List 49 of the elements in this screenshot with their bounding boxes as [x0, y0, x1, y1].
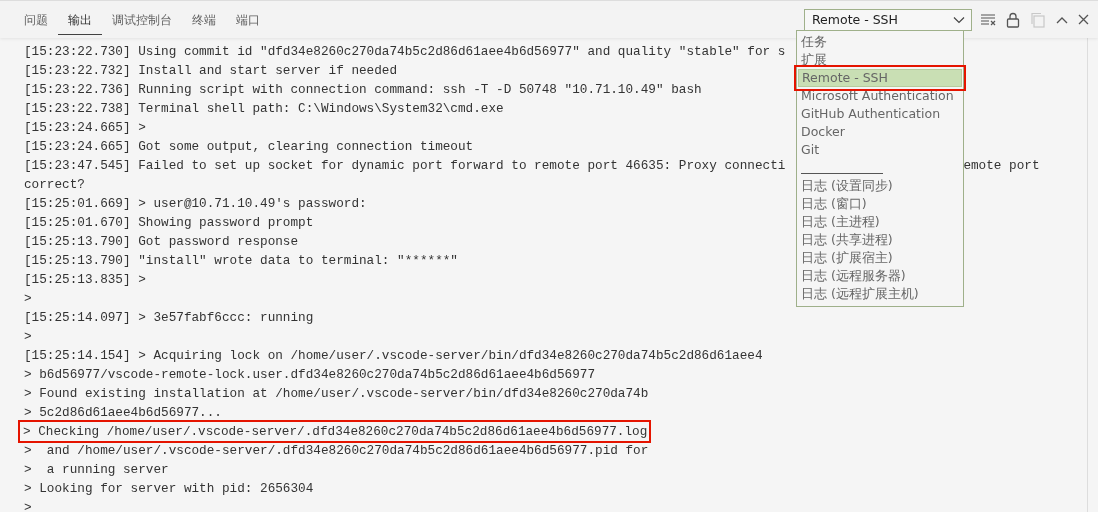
menu-item[interactable]: 日志 (扩展宿主)	[798, 249, 962, 267]
menu-item[interactable]: 日志 (设置同步)	[798, 177, 962, 195]
menu-item[interactable]: 任务	[798, 33, 962, 51]
menu-item[interactable]: 日志 (窗口)	[798, 195, 962, 213]
log-line: [15:23:22.736] Running script with connection command: ssh -T -D 50748 "10.71.10.49" bash	[24, 81, 702, 99]
log-line: [15:25:14.154] > Acquiring lock on /home/user/.vscode-server/bin/dfd34e8260c270da74b5c2d86d61aee4	[24, 347, 763, 365]
menu-item[interactable]: 日志 (主进程)	[798, 213, 962, 231]
log-line: [15:23:22.738] Terminal shell path: C:\Windows\System32\cmd.exe	[24, 100, 504, 118]
log-line: [15:23:47.545] Failed to set up socket for dynamic port forward to remote port 46635: Proxy connecti	[24, 157, 786, 175]
panel-tab[interactable]: 问题	[14, 4, 58, 35]
menu-item[interactable]: 日志 (远程服务器)	[798, 267, 962, 285]
log-line: [15:23:24.665] Got some output, clearing connection timeout	[24, 138, 474, 156]
log-line: > a running server	[24, 461, 169, 479]
chevron-up-icon[interactable]	[1056, 15, 1068, 24]
log-line: > and /home/user/.vscode-server/.dfd34e8260c270da74b5c2d86d61aee4b6d56977.pid for	[24, 442, 649, 460]
menu-item[interactable]: 日志 (共享进程)	[798, 231, 962, 249]
menu-item[interactable]: Docker	[798, 123, 962, 141]
log-line: [15:25:14.097] > 3e57fabf6ccc: running	[24, 309, 314, 327]
log-line: [15:23:24.665] >	[24, 119, 146, 137]
menu-item[interactable]: 日志 (远程扩展主机)	[798, 285, 962, 303]
log-line: emote port	[963, 157, 1040, 175]
menu-item[interactable]: Git	[798, 141, 962, 159]
log-line: > Checking /home/user/.vscode-server/.dfd34e8260c270da74b5c2d86d61aee4b6d56977.log	[20, 422, 650, 441]
log-line: >	[24, 499, 32, 512]
panel-tab[interactable]: 调试控制台	[102, 4, 182, 35]
log-line: [15:25:13.835] >	[24, 271, 146, 289]
log-line: [15:25:01.669] > user@10.71.10.49's password:	[24, 195, 367, 213]
chevron-down-icon	[953, 15, 965, 24]
clear-output-icon[interactable]	[980, 12, 996, 27]
panel-tab[interactable]: 输出	[58, 4, 102, 35]
log-line: [15:25:13.790] "install" wrote data to terminal: "******"	[24, 252, 458, 270]
close-icon[interactable]	[1078, 14, 1089, 25]
log-line: > b6d56977/vscode-remote-lock.user.dfd34e8260c270da74b5c2d86d61aee4b6d56977	[24, 366, 596, 384]
log-line: [15:23:22.730] Using commit id "dfd34e8260c270da74b5c2d86d61aee4b6d56977" and quality "stable" for s	[24, 43, 786, 61]
channel-dropdown[interactable]: Remote - SSH	[804, 8, 972, 31]
lock-icon[interactable]	[1006, 11, 1020, 28]
log-line: >	[24, 290, 32, 308]
log-line: correct?	[24, 176, 85, 194]
log-line: > Found existing installation at /home/user/.vscode-server/bin/dfd34e8260c270da74b	[24, 385, 649, 403]
menu-item[interactable]: Microsoft Authentication	[798, 87, 962, 105]
log-line: >	[24, 328, 32, 346]
log-line: [15:25:01.670] Showing password prompt	[24, 214, 314, 232]
log-line: > 5c2d86d61aee4b6d56977...	[24, 404, 222, 422]
log-line: [15:25:13.790] Got password response	[24, 233, 299, 251]
log-line: > Looking for server with pid: 2656304	[24, 480, 314, 498]
panel-tab[interactable]: 终端	[182, 4, 226, 35]
panel-tab[interactable]: 端口	[226, 4, 270, 35]
log-line: [15:23:22.732] Install and start server if needed	[24, 62, 398, 80]
menu-item[interactable]: GitHub Authentication	[798, 105, 962, 123]
